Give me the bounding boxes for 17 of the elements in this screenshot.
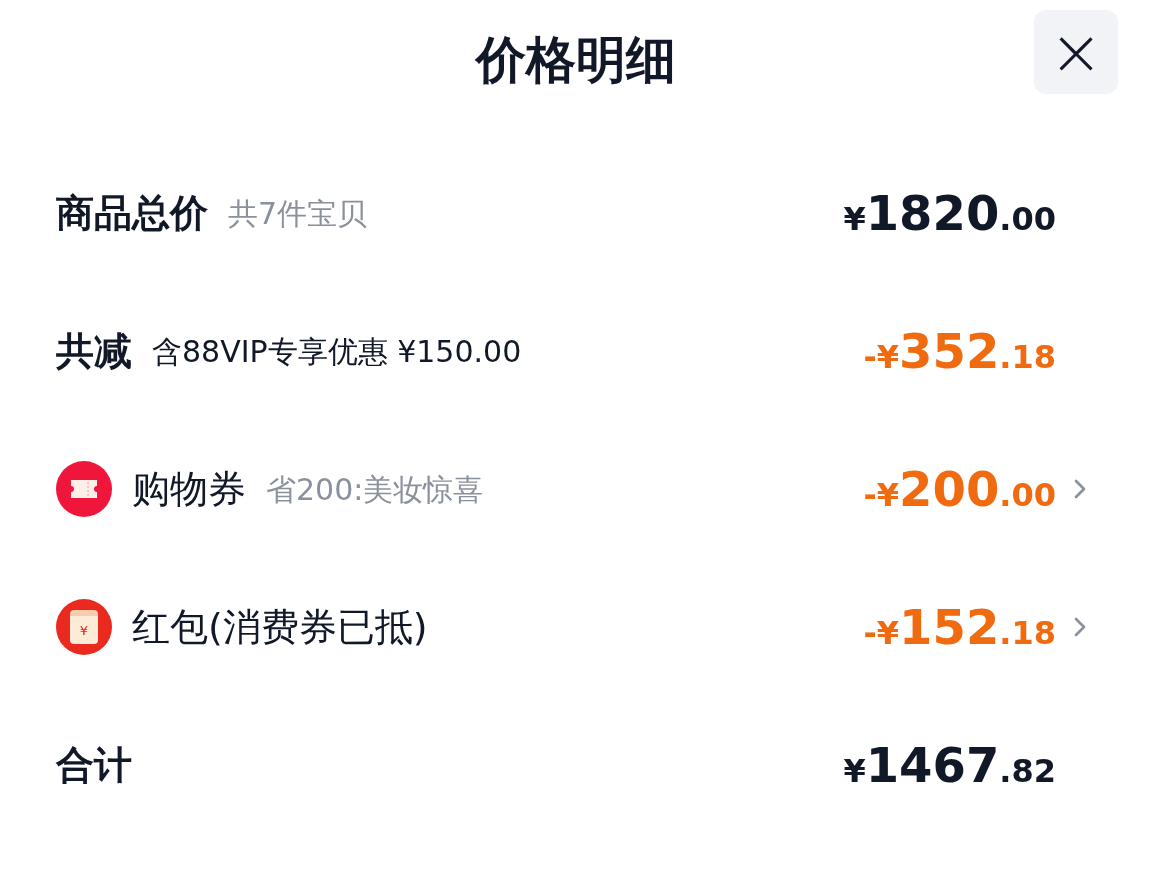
row-label: 红包(消费券已抵) xyxy=(132,603,428,651)
sheet-title: 价格明细 xyxy=(476,29,676,91)
price-text: ¥1820.00 xyxy=(843,189,1056,237)
row-label: 购物券 xyxy=(132,465,246,513)
price-text: -¥152.18 xyxy=(863,603,1056,651)
price-text: -¥352.18 xyxy=(863,327,1056,375)
row-note: 含88VIP专享优惠 ¥150.00 xyxy=(152,332,522,371)
row-label: 共减 xyxy=(56,327,132,375)
price-text: -¥200.00 xyxy=(863,465,1056,513)
ticket-icon xyxy=(56,461,112,517)
close-button[interactable]: × xyxy=(1034,10,1118,94)
row-label: 合计 xyxy=(56,741,132,789)
price-text: ¥1467.82 xyxy=(843,741,1056,789)
envelope-icon: ¥ xyxy=(56,599,112,655)
row-label: 商品总价 xyxy=(56,189,208,237)
row-note: 省200:美妆惊喜 xyxy=(266,470,484,509)
row-note: 共7件宝贝 xyxy=(228,194,368,233)
